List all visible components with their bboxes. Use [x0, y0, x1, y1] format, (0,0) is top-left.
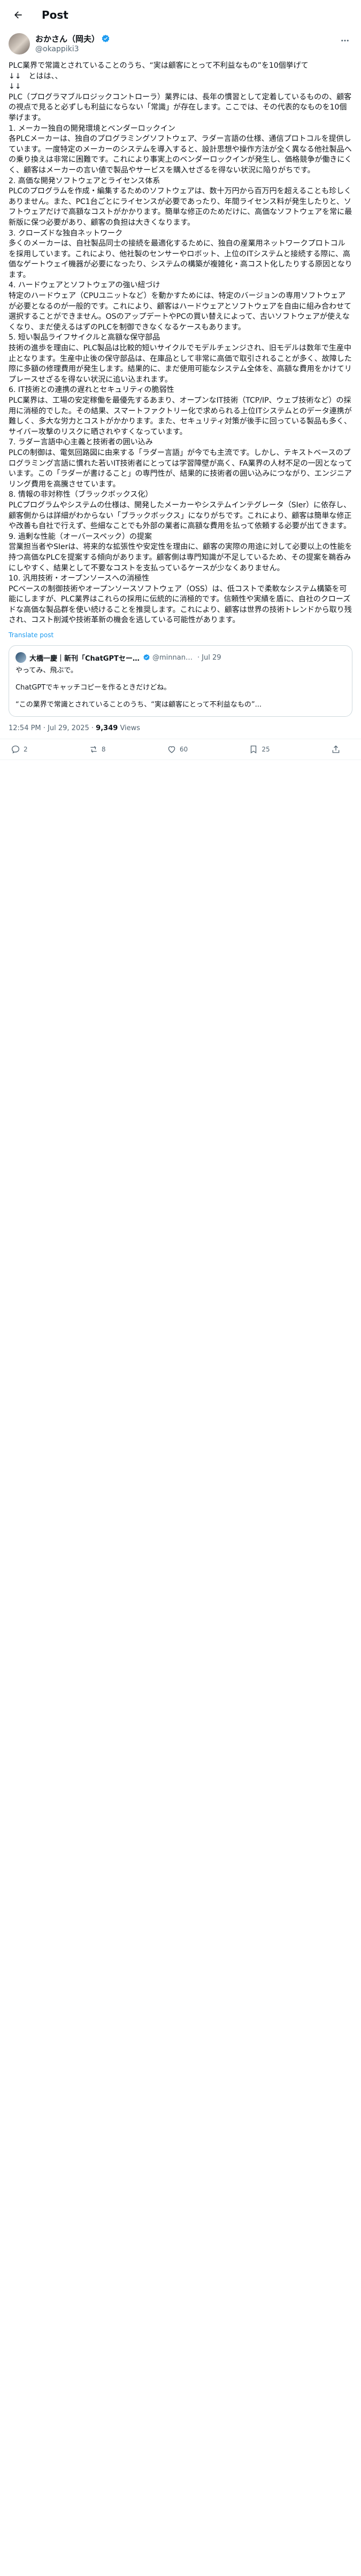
more-horizontal-icon: [341, 40, 349, 42]
post-text-line: 2. 高価な開発ソフトウェアとライセンス体系: [9, 176, 160, 185]
bookmark-button[interactable]: 25: [249, 745, 270, 754]
post-text-line: PLC業界で常識とされていることのうち、“実は顧客にとって不利益なもの”を10個…: [9, 61, 309, 70]
post-text-line: 10. 汎用技術・オープンソースへの消極性: [9, 574, 150, 583]
post-text-line: 8. 情報の非対称性（ブラックボックス化）: [9, 490, 153, 499]
repost-icon: [90, 746, 97, 753]
quoted-author-handle: @minnano...: [152, 653, 195, 662]
share-icon: [332, 745, 340, 753]
post-text-line: 5. 短い製品ライフサイクルと高額な保守部品: [9, 333, 160, 342]
views-count: 9,349: [96, 724, 118, 733]
repost-count: 8: [101, 746, 106, 754]
post-text-line: PLCの制御は、電気回路図に由来する「ラダー言語」が今でも主流です。しかし、テキ…: [9, 448, 352, 489]
back-button[interactable]: [9, 5, 28, 25]
top-bar: Post: [0, 0, 361, 30]
share-button[interactable]: [331, 745, 344, 754]
post-text-line: 各PLCメーカーは、独自のプログラミングソフトウェア、ラダー言語の仕様、通信プロ…: [9, 135, 352, 175]
post-text-line: PLC（プログラマブルロジックコントローラ）業界には、長年の慣習として定着してい…: [9, 92, 352, 122]
post-text-line: PLCのプログラムを作成・編集するためのソフトウェアは、数十万円から百万円を超え…: [9, 187, 352, 227]
post-timestamp[interactable]: 12:54 PM · Jul 29, 2025 ·: [9, 724, 94, 732]
post-text-line: 6. IT技術との連携の遅れとセキュリティの脆弱性: [9, 386, 174, 395]
post-text-line: 7. ラダー言語中心主義と技術者の囲い込み: [9, 438, 153, 447]
quoted-text-line: やってみ、飛ぶで。: [16, 667, 78, 675]
reply-icon: [11, 746, 20, 754]
empty-space: [0, 760, 361, 2576]
quoted-avatar: [16, 652, 26, 663]
verified-badge-icon: [143, 654, 150, 661]
post-text-line: 技術の進歩を理由に、PLC製品は比較的短いサイクルでモデルチェンジされ、旧モデル…: [9, 344, 352, 384]
bookmark-count: 25: [262, 746, 270, 754]
bookmark-icon: [251, 746, 257, 754]
post-text-line: 1. メーカー独自の開発環境とベンダーロックイン: [9, 124, 175, 133]
page-title: Post: [42, 9, 68, 21]
translate-post-link[interactable]: Translate post: [9, 631, 352, 639]
post-text-line: ↓↓ とはは、、: [9, 72, 63, 81]
post-text-line: 9. 過剰な性能（オーバースペック）の提案: [9, 532, 152, 541]
post-text-line: PCベースの制御技術やオープンソースソフトウェア（OSS）は、低コストで柔軟なシ…: [9, 584, 352, 625]
action-bar: 2 8 60 25: [0, 739, 361, 761]
post-text-line: 3. クローズドな独自ネットワーク: [9, 229, 123, 238]
post-text-line: PLC業界は、工場の安定稼働を最優先するあまり、オープンなIT技術（TCP/IP…: [9, 396, 352, 436]
post-text-line: PLCプログラムやシステムの仕様は、開発したメーカーやシステムインテグレータ（S…: [9, 500, 352, 531]
quoted-text-line: ChatGPTでキャッチコピーを作るときだけどね。: [16, 684, 171, 692]
verified-badge-icon: [102, 35, 110, 43]
like-count: 60: [179, 746, 188, 754]
post-text-line: ↓↓: [9, 82, 21, 91]
heart-icon: [168, 746, 175, 753]
views-label: Views: [120, 724, 141, 733]
quoted-text-line: “この業界で常識とされていることのうち、“実は顧客にとって不利益なもの”...: [16, 701, 262, 709]
post-text-line: 営業担当者やSIerは、将来的な拡張性や安定性を理由に、顧客の実際の用途に対して…: [9, 543, 352, 573]
post-text-line: 多くのメーカーは、自社製品同士の接続を最適化するために、独自の産業用ネットワーク…: [9, 239, 352, 279]
quoted-date: Jul 29: [202, 653, 221, 662]
author-display-name[interactable]: おかさん（岡夫）: [35, 33, 99, 44]
arrow-left-icon: [14, 11, 22, 19]
post-body: PLC業界で常識とされていることのうち、“実は顧客にとって不利益なもの”を10個…: [0, 54, 361, 639]
post-meta: 12:54 PM · Jul 29, 2025 · 9,349 Views: [0, 717, 361, 740]
author-handle[interactable]: @okappiki3: [35, 45, 110, 53]
more-options-button[interactable]: [335, 31, 355, 50]
post-text-line: 特定のハードウェア（CPUユニットなど）を動かすためには、特定のバージョンの専用…: [9, 292, 352, 332]
post-author: おかさん（岡夫） @okappiki3: [0, 30, 361, 54]
quoted-post[interactable]: 大橋一慶｜新刊「ChatGPTセールスコピー超入... @minnano... …: [9, 645, 352, 717]
avatar[interactable]: [9, 33, 30, 54]
like-button[interactable]: 60: [167, 745, 188, 754]
repost-button[interactable]: 8: [89, 745, 106, 754]
reply-count: 2: [24, 746, 28, 754]
post-text-line: 4. ハードウェアとソフトウェアの強い紐づけ: [9, 281, 160, 290]
quoted-author-name: 大橋一慶｜新刊「ChatGPTセールスコピー超入...: [29, 654, 142, 663]
reply-button[interactable]: 2: [11, 745, 28, 754]
